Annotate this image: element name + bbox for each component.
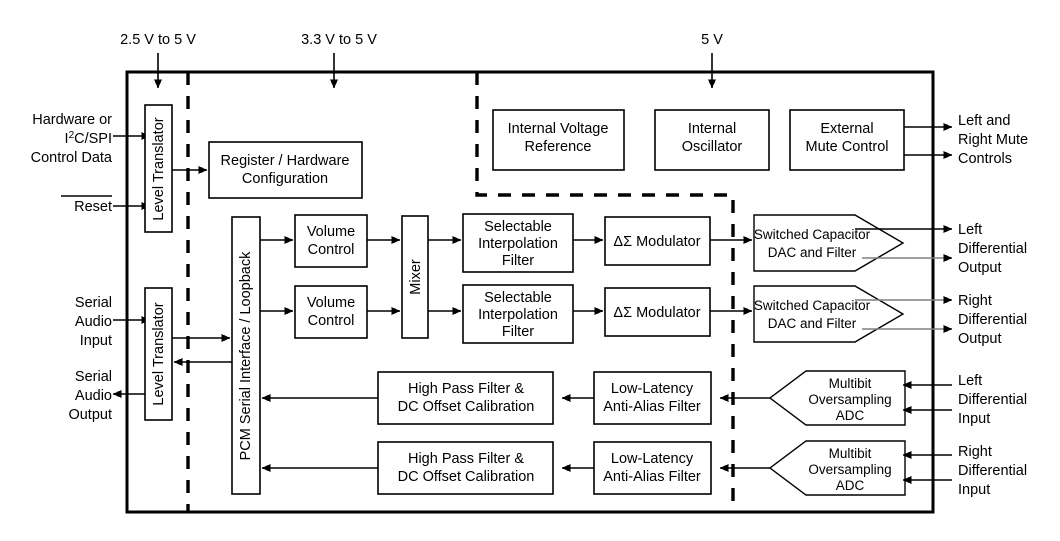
- hpf-left-line-1: High Pass Filter &: [408, 381, 524, 397]
- register-config-line-2: Configuration: [242, 171, 328, 187]
- block-dac-right[interactable]: [753, 285, 905, 343]
- antialias-left-line-1: Low-Latency: [611, 381, 694, 397]
- level-translator-1-label: Level Translator: [151, 117, 167, 220]
- dac-right-line-2: DAC and Filter: [768, 316, 857, 331]
- adc-right-line-2: Oversampling: [808, 462, 891, 477]
- block-diagram-canvas: Level Translator Level Translator Regist…: [0, 0, 1060, 541]
- block-hpf-right[interactable]: [377, 441, 554, 495]
- mixer-label: Mixer: [408, 259, 424, 295]
- hpf-right-line-1: High Pass Filter &: [408, 451, 524, 467]
- antialias-right-line-1: Low-Latency: [611, 451, 694, 467]
- block-antialias-right[interactable]: [593, 441, 712, 495]
- pcm-serial-interface-label: PCM Serial Interface / Loopback: [238, 251, 254, 460]
- internal-voltage-reference-line-2: Reference: [525, 139, 592, 155]
- adc-right-line-1: Multibit: [829, 446, 872, 461]
- dac-left-line-2: DAC and Filter: [768, 245, 857, 260]
- volume-control-left-line-2: Control: [308, 242, 355, 258]
- internal-voltage-reference-line-1: Internal Voltage: [508, 121, 609, 137]
- hpf-right-line-2: DC Offset Calibration: [398, 469, 535, 485]
- block-hpf-left[interactable]: [377, 371, 554, 425]
- interp-left-line-2: Interpolation: [478, 236, 558, 252]
- interp-left-line-1: Selectable: [484, 219, 552, 235]
- internal-oscillator-line-2: Oscillator: [682, 139, 743, 155]
- level-translator-2-label: Level Translator: [151, 302, 167, 405]
- antialias-right-line-2: Anti-Alias Filter: [603, 469, 701, 485]
- adc-left-line-1: Multibit: [829, 376, 872, 391]
- modulator-right-label: ΔΣ Modulator: [613, 305, 700, 321]
- volume-control-right-line-2: Control: [308, 313, 355, 329]
- block-antialias-left[interactable]: [593, 371, 712, 425]
- interp-left-line-3: Filter: [502, 253, 534, 269]
- internal-oscillator-line-1: Internal: [688, 121, 736, 137]
- external-mute-control-line-2: Mute Control: [805, 139, 888, 155]
- register-config-line-1: Register / Hardware: [221, 153, 350, 169]
- block-dac-left[interactable]: [753, 214, 905, 272]
- interp-right-line-1: Selectable: [484, 290, 552, 306]
- interp-right-line-2: Interpolation: [478, 307, 558, 323]
- external-mute-control-line-1: External: [820, 121, 873, 137]
- block-volume-control-right[interactable]: [294, 285, 368, 339]
- block-register-hardware-configuration[interactable]: [208, 141, 363, 199]
- volume-control-left-line-1: Volume: [307, 224, 355, 240]
- block-volume-control-left[interactable]: [294, 214, 368, 268]
- hpf-left-line-2: DC Offset Calibration: [398, 399, 535, 415]
- volume-control-right-line-1: Volume: [307, 295, 355, 311]
- interp-right-line-3: Filter: [502, 324, 534, 340]
- modulator-left-label: ΔΣ Modulator: [613, 234, 700, 250]
- dac-right-line-1: Switched Capacitor: [754, 298, 871, 313]
- antialias-left-line-2: Anti-Alias Filter: [603, 399, 701, 415]
- dac-left-line-1: Switched Capacitor: [754, 227, 871, 242]
- adc-right-line-3: ADC: [836, 478, 865, 493]
- adc-left-line-3: ADC: [836, 408, 865, 423]
- adc-left-line-2: Oversampling: [808, 392, 891, 407]
